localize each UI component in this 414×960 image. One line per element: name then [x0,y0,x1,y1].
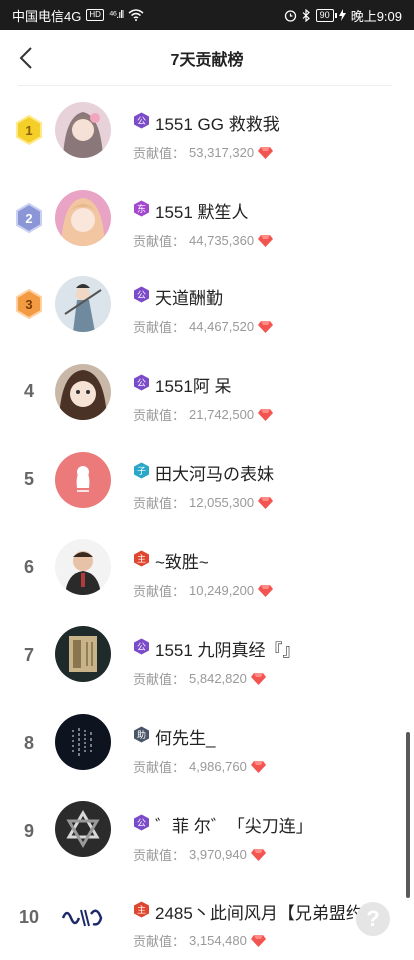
contribution-value: 贡献值： 21,742,500 [133,405,274,424]
contribution-value: 贡献值： 3,154,480 [133,931,266,950]
list-item[interactable]: 2 东 1551 默笙人 贡献值： 44,735,360 [0,174,404,262]
svg-text:2: 2 [25,211,32,226]
username: 1551 默笙人 [155,203,249,222]
avatar[interactable] [55,102,111,158]
rank-number: 8 [23,733,34,753]
diamond-icon [250,934,266,947]
svg-text:主: 主 [137,553,146,565]
battery-icon: 90 [315,8,337,22]
guild-badge-icon: 公 [133,286,150,303]
diamond-icon [258,146,274,159]
svg-text:子: 子 [137,466,146,477]
svg-text:1: 1 [25,123,32,138]
chevron-left-icon [19,47,32,69]
avatar[interactable] [55,714,111,770]
rank-number: 4 [23,381,34,401]
guild-badge-icon: 公 [133,638,150,655]
avatar[interactable] [55,626,111,682]
avatar[interactable] [55,539,111,595]
username: 1551阿 呆 [155,377,232,396]
guild-badge-icon: 公 [133,374,150,391]
username: 1551 GG 救救我 [155,115,280,134]
status-bar: 中国电信4G HD ⁴⁶.ıll 90 晚上9:09 [0,0,414,30]
rank-number: 5 [23,469,34,489]
back-button[interactable] [14,44,38,72]
svg-text:主: 主 [137,904,146,916]
svg-text:公: 公 [137,378,146,389]
svg-text:3: 3 [25,297,32,312]
svg-text:公: 公 [137,290,146,301]
hd-badge: HD [86,9,104,21]
list-item[interactable]: 9 公 ゛菲 尔゛「尖刀连」 贡献值： 3,970,940 [0,790,404,878]
contribution-value: 贡献值： 4,986,760 [133,757,266,776]
username: 何先生_ [155,729,216,748]
avatar[interactable] [55,276,111,332]
contribution-value: 贡献值： 3,970,940 [133,845,266,864]
guild-badge-icon: 主 [133,550,150,567]
list-item[interactable]: 6 主 ~致胜~ 贡献值： 10,249,200 [0,526,404,614]
diamond-icon [258,496,274,509]
username: 天道酬勤 [155,289,223,308]
rank-number: 7 [23,645,34,665]
diamond-icon [250,760,266,773]
list-item[interactable]: 5 子 田大河马の表妹 贡献值： 12,055,300 [0,438,404,526]
avatar[interactable] [55,452,111,508]
guild-badge-icon: 公 [133,814,150,831]
svg-text:助: 助 [137,729,146,741]
diamond-icon [258,408,274,421]
charging-icon [338,9,346,21]
diamond-icon [258,234,274,247]
contribution-value: 贡献值： 44,467,520 [133,317,274,336]
help-button[interactable]: ? [356,902,390,936]
page-title: 7天贡献榜 [170,52,244,69]
signal-icon: ⁴⁶.ıll [108,9,124,21]
silver-medal-icon: 2 [16,203,42,233]
contribution-value: 贡献值： 10,249,200 [133,581,274,600]
guild-badge-icon: 主 [133,901,150,918]
gold-medal-icon: 1 [16,115,42,145]
avatar[interactable] [55,364,111,420]
avatar[interactable] [55,801,111,857]
svg-text:东: 东 [137,203,146,215]
bluetooth-icon [302,8,310,22]
contribution-value: 贡献值： 44,735,360 [133,231,274,250]
list-item[interactable]: 7 公 1551 九阴真经『』 贡献值： 5,842,820 [0,614,404,702]
list-item[interactable]: 8 助 何先生_ 贡献值： 4,986,760 [0,702,404,790]
svg-text:公: 公 [137,818,146,829]
list-item[interactable]: 10 主 2485丶此间风月【兄弟盟约】 贡献值： 3,154,480 [0,878,404,960]
carrier-label: 中国电信4G [12,8,82,24]
guild-badge-icon: 东 [133,200,150,217]
svg-text:公: 公 [137,642,146,653]
avatar[interactable] [55,190,111,246]
avatar[interactable] [55,888,111,944]
wifi-icon [128,9,144,21]
diamond-icon [258,320,274,333]
scrollbar[interactable] [406,732,410,898]
rank-number: 6 [23,557,34,577]
list-item[interactable]: 3 公 天道酬勤 贡献值： 44,467,520 [0,262,404,350]
contribution-value: 贡献值： 5,842,820 [133,669,266,688]
diamond-icon [250,848,266,861]
username: ~致胜~ [155,553,209,572]
list-item[interactable]: 4 公 1551阿 呆 贡献值： 21,742,500 [0,350,404,438]
guild-badge-icon: 子 [133,462,150,479]
username: 2485丶此间风月【兄弟盟约】 [155,904,380,923]
alarm-icon [284,9,296,22]
list-item[interactable]: 1 公 1551 GG 救救我 贡献值： 53,317,320 [0,86,404,174]
contribution-value: 贡献值： 53,317,320 [133,143,274,162]
diamond-icon [250,672,266,685]
guild-badge-icon: 助 [133,726,150,743]
guild-badge-icon: 公 [133,112,150,129]
username: ゛菲 尔゛「尖刀连」 [155,817,313,836]
diamond-icon [258,584,274,597]
nav-header: 7天贡献榜 [0,30,414,86]
bronze-medal-icon: 3 [16,289,42,319]
username: 1551 九阴真经『』 [155,641,300,660]
username: 田大河马の表妹 [155,465,274,484]
clock-time: 晚上9:09 [350,8,402,24]
contribution-value: 贡献值： 12,055,300 [133,493,274,512]
svg-text:公: 公 [137,116,146,127]
rank-number: 9 [23,821,34,841]
rank-number: 10 [18,907,40,927]
